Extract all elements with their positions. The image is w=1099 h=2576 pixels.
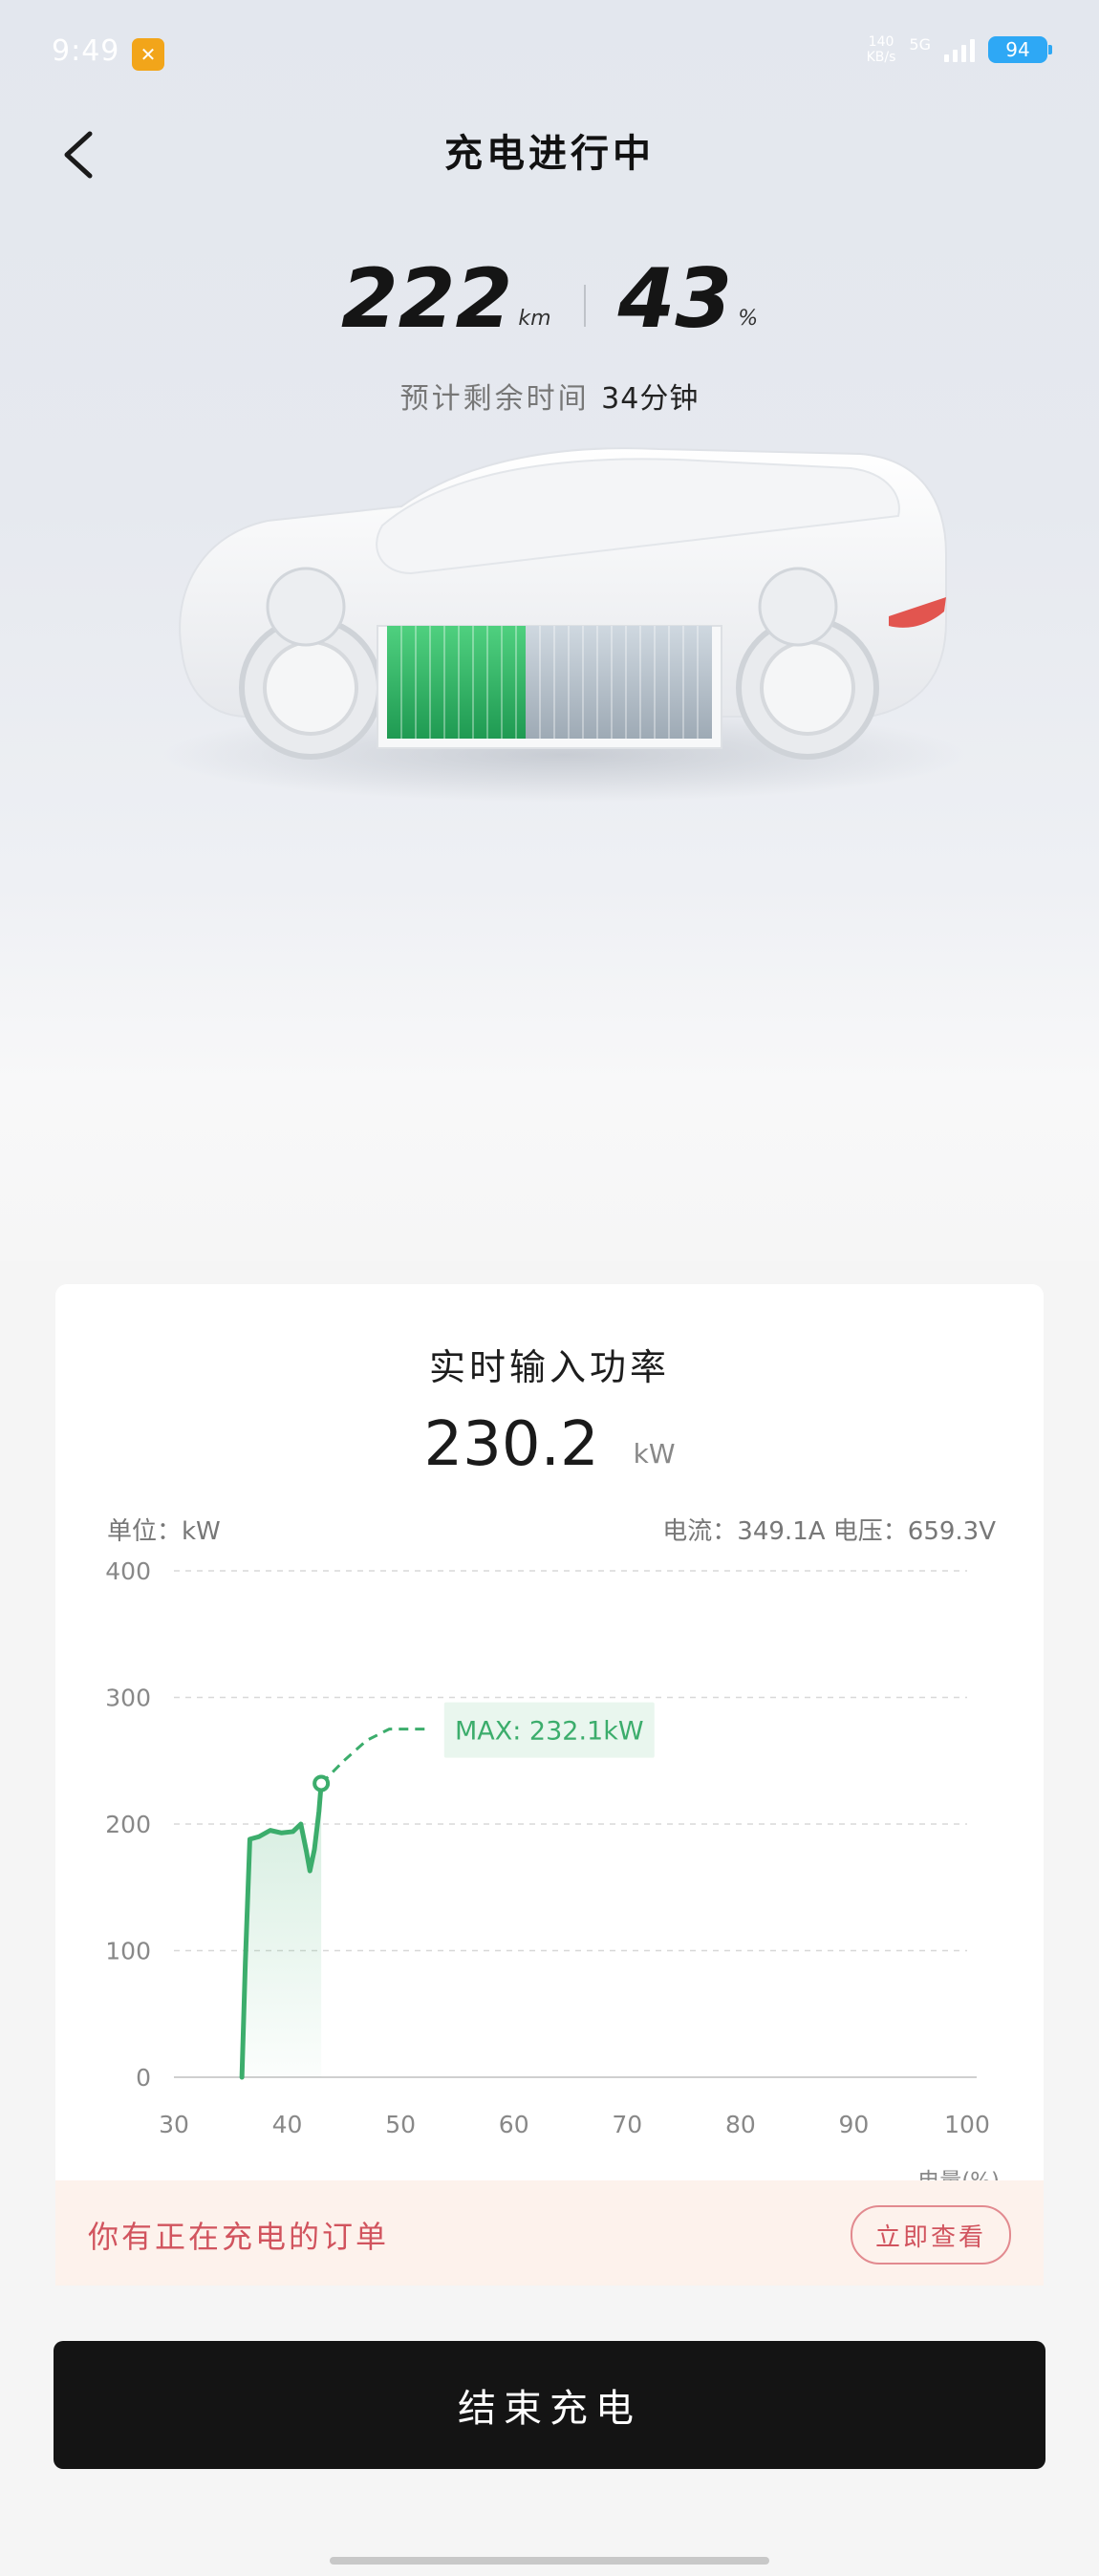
battery-level: 94 xyxy=(1005,38,1030,61)
home-indicator[interactable] xyxy=(330,2557,769,2565)
remaining-value: 34分钟 xyxy=(601,382,700,416)
percent-unit: % xyxy=(738,307,759,331)
projection-line xyxy=(320,1728,429,1785)
net-speed-unit: KB/s xyxy=(866,50,896,65)
stat-divider xyxy=(583,285,586,327)
range-unit: km xyxy=(518,307,551,331)
y-tick-label: 0 xyxy=(136,2064,151,2092)
x-tick-label: 90 xyxy=(839,2111,870,2138)
status-indicators: 140 KB/s 5G 94 xyxy=(867,34,1052,65)
view-order-button[interactable]: 立即查看 xyxy=(851,2205,1011,2265)
signal-icon xyxy=(944,37,975,62)
x-tick-label: 60 xyxy=(499,2111,529,2138)
percent-value: 43 xyxy=(617,251,733,347)
x-tick-label: 100 xyxy=(944,2111,990,2138)
remaining-label: 预计剩余时间 xyxy=(399,382,590,416)
remaining-time: 预计剩余时间 34分钟 xyxy=(0,375,1099,417)
x-tick-label: 30 xyxy=(159,2111,189,2138)
y-tick-label: 400 xyxy=(105,1557,151,1585)
y-tick-label: 200 xyxy=(105,1811,151,1838)
y-tick-label: 300 xyxy=(105,1685,151,1712)
range-value: 222 xyxy=(340,251,513,347)
page-title: 充电进行中 xyxy=(444,132,655,176)
network-type: 5G xyxy=(909,34,931,54)
power-chart: 010020030040030405060708090100电量(%)MAX: … xyxy=(105,1557,1000,2194)
x-tick-label: 40 xyxy=(272,2111,303,2138)
stop-charging-button[interactable]: 结束充电 xyxy=(54,2341,1045,2469)
max-label: MAX: 232.1kW xyxy=(455,1717,644,1747)
tools-icon: ✕ xyxy=(132,38,164,71)
x-tick-label: 50 xyxy=(385,2111,416,2138)
battery-icon: 94 xyxy=(988,36,1052,63)
power-card: 实时输入功率 230.2 kW 单位：kW 电流：349.1A 电压：659.3… xyxy=(55,1284,1044,2240)
series-area xyxy=(242,1783,322,2077)
order-text: 你有正在充电的订单 xyxy=(88,2219,390,2255)
charge-summary: 222 km 43 % xyxy=(0,258,1099,340)
max-point-marker xyxy=(312,1774,331,1792)
y-tick-label: 100 xyxy=(105,1938,151,1965)
network-speed: 140 KB/s xyxy=(867,34,896,65)
order-banner: 你有正在充电的订单 立即查看 xyxy=(55,2180,1044,2286)
x-tick-label: 80 xyxy=(725,2111,756,2138)
x-tick-label: 70 xyxy=(612,2111,642,2138)
car-battery-illustration xyxy=(162,447,965,803)
status-time: 9:49 xyxy=(52,34,120,68)
net-speed-value: 140 xyxy=(868,34,894,50)
